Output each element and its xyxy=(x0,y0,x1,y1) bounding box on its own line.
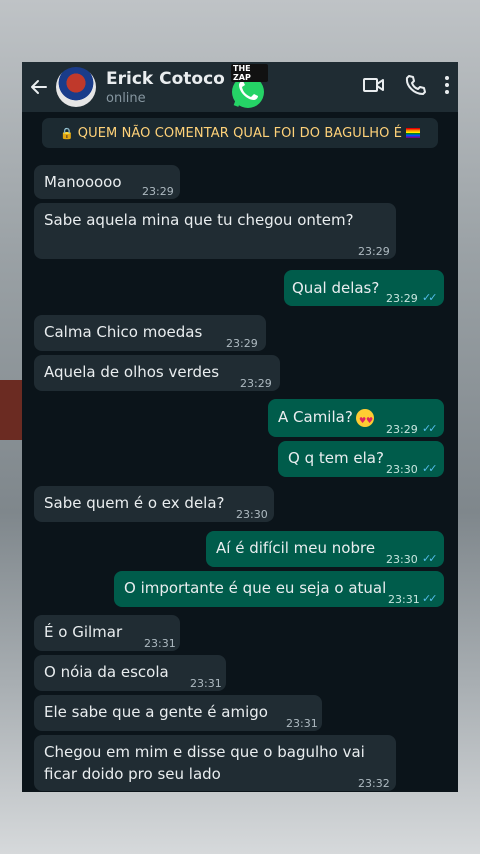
message-time: 23:29 xyxy=(240,377,272,390)
message-text: Calma Chico moedas xyxy=(44,323,203,341)
heart-eyes-emoji-icon xyxy=(356,409,374,432)
message-incoming[interactable]: Sabe aquela mina que tu chegou ontem? 23… xyxy=(34,203,396,259)
message-text: Sabe aquela mina que tu chegou ontem? xyxy=(44,211,354,229)
read-ticks-icon: ✓✓ xyxy=(422,462,438,475)
message-incoming[interactable]: Chegou em mim e disse que o bagulho vai … xyxy=(34,735,396,791)
message-outgoing[interactable]: Qual delas? 23:29 ✓✓ xyxy=(284,270,444,306)
message-incoming[interactable]: Sabe quem é o ex dela? 23:30 xyxy=(34,486,274,522)
contact-info[interactable]: Erick Cotoco online xyxy=(106,69,225,106)
message-time: 23:30 xyxy=(386,463,418,476)
read-ticks-icon: ✓✓ xyxy=(422,552,438,565)
lock-icon: 🔒 xyxy=(59,126,74,140)
message-text: Aí é difícil meu nobre xyxy=(216,539,376,557)
encryption-banner: 🔒 QUEM NÃO COMENTAR QUAL FOI DO BAGULHO … xyxy=(42,118,438,148)
message-incoming[interactable]: Aquela de olhos verdes 23:29 xyxy=(34,355,280,391)
message-text: Qual delas? xyxy=(292,279,380,297)
message-outgoing[interactable]: O importante é que eu seja o atual 23:31… xyxy=(114,571,444,607)
message-text: Aquela de olhos verdes xyxy=(44,363,220,381)
message-incoming[interactable]: O nóia da escola 23:31 xyxy=(34,655,226,691)
more-options-icon[interactable] xyxy=(444,75,450,99)
avatar[interactable] xyxy=(56,67,96,107)
contact-status: online xyxy=(106,90,146,106)
message-time: 23:30 xyxy=(236,508,268,521)
message-text: Ele sabe que a gente é amigo xyxy=(44,703,268,721)
banner-text: QUEM NÃO COMENTAR QUAL FOI DO BAGULHO É xyxy=(77,125,403,141)
message-time: 23:29 xyxy=(358,245,390,258)
message-time: 23:31 xyxy=(190,677,222,690)
message-outgoing[interactable]: Q q tem ela? 23:30 ✓✓ xyxy=(278,441,444,477)
back-arrow-icon[interactable] xyxy=(22,62,56,112)
chat-screen: Erick Cotoco online THE ZAP 🔒 QUEM NÃO C… xyxy=(22,62,458,792)
message-time: 23:29 xyxy=(226,337,258,350)
read-ticks-icon: ✓✓ xyxy=(422,291,438,304)
read-ticks-icon: ✓✓ xyxy=(422,422,438,435)
message-text: Q q tem ela? xyxy=(288,449,384,467)
video-call-icon[interactable] xyxy=(362,75,386,99)
rainbow-flag-icon xyxy=(406,128,421,138)
background-decoration xyxy=(0,380,22,440)
message-outgoing[interactable]: A Camila? 23:29 ✓✓ xyxy=(268,399,444,437)
whatsapp-logo-icon: THE ZAP xyxy=(228,64,268,110)
message-time: 23:29 xyxy=(142,185,174,198)
message-time: 23:31 xyxy=(286,717,318,730)
message-time: 23:30 xyxy=(386,553,418,566)
message-time: 23:32 xyxy=(358,777,390,790)
message-incoming[interactable]: Manooooo 23:29 xyxy=(34,165,180,199)
message-incoming[interactable]: Ele sabe que a gente é amigo 23:31 xyxy=(34,695,322,731)
message-text: Manooooo xyxy=(44,173,122,191)
message-outgoing[interactable]: Aí é difícil meu nobre 23:30 ✓✓ xyxy=(206,531,444,567)
message-incoming[interactable]: É o Gilmar 23:31 xyxy=(34,615,180,651)
message-text: Sabe quem é o ex dela? xyxy=(44,494,225,512)
message-time: 23:29 xyxy=(386,292,418,305)
chat-header: Erick Cotoco online THE ZAP xyxy=(22,62,458,112)
logo-label: THE ZAP xyxy=(231,64,268,82)
message-incoming[interactable]: Calma Chico moedas 23:29 xyxy=(34,315,266,351)
message-text: A Camila? xyxy=(278,408,353,426)
message-time: 23:31 xyxy=(388,593,420,606)
message-text: O importante é que eu seja o atual xyxy=(124,579,387,597)
read-ticks-icon: ✓✓ xyxy=(422,592,438,605)
message-text: O nóia da escola xyxy=(44,663,169,681)
phone-icon[interactable] xyxy=(404,74,426,100)
message-time: 23:29 xyxy=(386,423,418,436)
contact-name: Erick Cotoco xyxy=(106,68,225,89)
message-time: 23:31 xyxy=(144,637,176,650)
header-actions xyxy=(362,62,450,112)
message-text: É o Gilmar xyxy=(44,623,123,641)
message-text: Chegou em mim e disse que o bagulho vai … xyxy=(44,743,365,783)
